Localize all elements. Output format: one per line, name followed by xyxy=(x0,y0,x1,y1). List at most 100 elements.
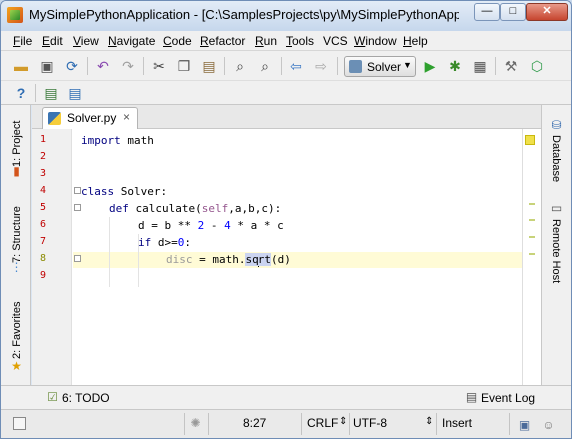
status-bar: ✺ 8:27 CRLF ⇕ UTF-8 ⇕ Insert ▣ ☺ xyxy=(1,409,571,438)
menu-view[interactable]: View xyxy=(73,34,99,48)
line-separator-chevron-icon: ⇕ xyxy=(339,416,348,427)
menu-code[interactable]: Code xyxy=(163,34,192,48)
replace-icon[interactable]: ⌕ xyxy=(257,58,273,74)
line-number: 1 xyxy=(40,134,47,145)
scroll-mark xyxy=(529,219,535,221)
line-number: 6 xyxy=(40,219,47,230)
structure-icon[interactable]: ⬡ xyxy=(529,58,545,74)
undo-icon[interactable]: ↶ xyxy=(95,58,111,74)
remote-host-tool-tab[interactable]: Remote Host xyxy=(550,219,562,283)
current-line-highlight xyxy=(73,252,522,268)
forward-icon[interactable]: ⇨ xyxy=(313,58,329,74)
structure-tool-tab[interactable]: 7: Structure xyxy=(11,206,23,263)
event-log-tool-tab[interactable]: Event Log xyxy=(481,391,535,405)
toolbar-separator xyxy=(495,57,496,75)
redo-icon[interactable]: ↷ xyxy=(120,58,136,74)
fold-marker-icon[interactable] xyxy=(74,204,81,211)
secondary-toolbar: ? ▤ ▤ xyxy=(1,81,571,105)
project-icon: ▮ xyxy=(13,164,20,178)
right-margin-line xyxy=(522,129,523,385)
vcs-commit-icon[interactable]: ▤ xyxy=(67,85,83,101)
window-title: MySimplePythonApplication - [C:\SamplesP… xyxy=(29,7,459,22)
menu-tools[interactable]: Tools xyxy=(286,34,314,48)
line-number-gutter: 1 2 3 4 5 6 7 8 9 xyxy=(32,129,72,385)
encoding-chevron-icon: ⇕ xyxy=(425,416,434,427)
copy-icon[interactable]: ❐ xyxy=(176,58,192,74)
paste-icon[interactable]: ▤ xyxy=(201,58,217,74)
scroll-mark xyxy=(529,253,535,255)
toolbar-separator xyxy=(337,57,338,75)
minimize-button[interactable]: — xyxy=(474,3,500,21)
title-bar: MySimplePythonApplication - [C:\SamplesP… xyxy=(1,1,571,31)
scroll-mark xyxy=(529,203,535,205)
save-icon[interactable]: ▣ xyxy=(39,58,55,74)
menu-vcs[interactable]: VCS xyxy=(323,34,348,48)
line-separator-select[interactable]: CRLF xyxy=(307,416,338,430)
settings-icon[interactable]: ⚒ xyxy=(503,58,519,74)
maximize-button[interactable]: □ xyxy=(500,3,526,21)
chevron-down-icon: ▼ xyxy=(403,60,412,70)
todo-icon: ☑ xyxy=(47,390,58,404)
help-icon[interactable]: ? xyxy=(13,85,29,101)
debug-icon[interactable]: ✱ xyxy=(447,58,463,74)
editor-tab-solver[interactable]: Solver.py × xyxy=(42,107,138,129)
menu-file[interactable]: File xyxy=(13,34,32,48)
event-log-icon: ▤ xyxy=(465,390,478,404)
star-icon: ★ xyxy=(11,359,22,373)
favorites-tool-tab[interactable]: 2: Favorites xyxy=(11,302,23,359)
sync-icon[interactable]: ⟳ xyxy=(64,58,80,74)
menu-help[interactable]: Help xyxy=(403,34,428,48)
code-line-1: import math xyxy=(81,134,154,147)
warning-stripe-icon[interactable] xyxy=(525,135,535,145)
cut-icon[interactable]: ✂ xyxy=(151,58,167,74)
caret-position[interactable]: 8:27 xyxy=(243,416,266,430)
main-toolbar: ▬ ▣ ⟳ ↶ ↷ ✂ ❐ ▤ ⌕ ⌕ ⇦ ⇨ ▶ ✱ ▦ ⚒ ⬡ xyxy=(1,51,571,81)
indent-guide xyxy=(109,217,110,287)
coverage-icon[interactable]: ▦ xyxy=(472,58,488,74)
encoding-select[interactable]: UTF-8 xyxy=(353,416,387,430)
pycharm-app-icon xyxy=(7,7,23,23)
menu-bar: File Edit View Navigate Code Refactor Ru… xyxy=(1,31,571,51)
status-separator xyxy=(349,413,350,435)
code-editor[interactable]: 1 2 3 4 5 6 7 8 9 import math class Solv… xyxy=(32,129,541,385)
vcs-update-icon[interactable]: ▤ xyxy=(43,85,59,101)
lock-icon[interactable]: ▣ xyxy=(518,419,531,432)
open-folder-icon[interactable]: ▬ xyxy=(13,58,29,74)
line-number: 7 xyxy=(40,236,47,247)
close-button[interactable]: ✕ xyxy=(526,3,568,21)
menu-edit[interactable]: Edit xyxy=(42,34,63,48)
insert-mode-indicator[interactable]: Insert xyxy=(442,416,472,430)
run-configuration-select[interactable]: Solver ▼ xyxy=(344,56,416,77)
toolbar-separator xyxy=(87,57,88,75)
status-separator xyxy=(301,413,302,435)
toolbar-separator xyxy=(35,84,36,102)
inspector-icon[interactable]: ☺ xyxy=(542,419,555,432)
code-line-7: if d>=0: xyxy=(138,236,191,249)
project-tool-tab[interactable]: 1: Project xyxy=(11,121,23,167)
menu-window[interactable]: Window xyxy=(354,34,397,48)
close-tab-icon[interactable]: × xyxy=(123,110,130,124)
fold-marker-icon[interactable] xyxy=(74,187,81,194)
status-separator xyxy=(509,413,510,435)
python-config-icon xyxy=(349,60,362,73)
back-icon[interactable]: ⇦ xyxy=(288,58,304,74)
menu-run[interactable]: Run xyxy=(255,34,277,48)
left-tool-strip: 1: Project ▮ 7: Structure ⋮ 2: Favorites… xyxy=(1,105,31,385)
fold-marker-icon[interactable] xyxy=(74,255,81,262)
tool-windows-toggle-icon[interactable] xyxy=(13,417,26,430)
database-tool-tab[interactable]: Database xyxy=(550,135,562,182)
find-icon[interactable]: ⌕ xyxy=(232,58,248,74)
line-number: 2 xyxy=(40,151,47,162)
todo-tool-tab[interactable]: 6: TODO xyxy=(62,391,110,405)
menu-refactor[interactable]: Refactor xyxy=(200,34,245,48)
toolbar-separator xyxy=(224,57,225,75)
bottom-tool-strip: ☑ 6: TODO ▤ Event Log xyxy=(1,385,571,409)
line-number: 3 xyxy=(40,168,47,179)
code-line-8: disc = math.sqrt(d) xyxy=(166,253,291,267)
run-icon[interactable]: ▶ xyxy=(422,58,438,74)
database-icon: ⛁ xyxy=(551,118,562,132)
line-number: 5 xyxy=(40,202,47,213)
line-number: 9 xyxy=(40,270,47,281)
toolbar-separator xyxy=(143,57,144,75)
menu-navigate[interactable]: Navigate xyxy=(108,34,155,48)
